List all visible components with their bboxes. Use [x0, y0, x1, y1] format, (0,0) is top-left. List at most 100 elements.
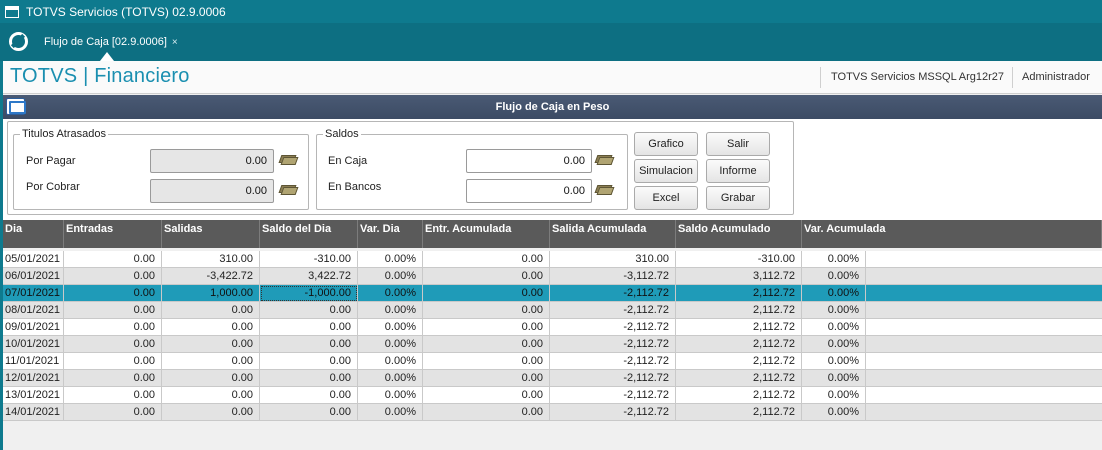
- table-row[interactable]: 07/01/2021 0.00 1,000.00 -1,000.00 0.00% 0.00…: [3, 285, 1102, 302]
- table-cell[interactable]: 3,112.72: [676, 268, 802, 285]
- table-cell[interactable]: 13/01/2021: [3, 387, 64, 404]
- table-cell[interactable]: 0.00: [64, 353, 162, 370]
- table-row[interactable]: 10/01/2021 0.00 0.00 0.00 0.00% 0.00 -2,112.72…: [3, 336, 1102, 353]
- table-cell[interactable]: 0.00: [423, 302, 550, 319]
- table-cell[interactable]: 0.00%: [802, 268, 866, 285]
- excel-button[interactable]: Excel: [634, 186, 698, 210]
- table-cell[interactable]: -2,112.72: [550, 387, 676, 404]
- table-cell[interactable]: -2,112.72: [550, 319, 676, 336]
- table-cell[interactable]: 0.00%: [358, 404, 423, 421]
- salir-button[interactable]: Salir: [706, 132, 770, 156]
- table-row[interactable]: 13/01/2021 0.00 0.00 0.00 0.00% 0.00 -2,112.72…: [3, 387, 1102, 404]
- table-cell[interactable]: 07/01/2021: [3, 285, 64, 302]
- table-cell[interactable]: 2,112.72: [676, 353, 802, 370]
- table-cell[interactable]: 0.00: [162, 302, 260, 319]
- table-cell[interactable]: 0.00: [64, 285, 162, 302]
- table-cell[interactable]: -2,112.72: [550, 370, 676, 387]
- table-cell[interactable]: 0.00%: [802, 319, 866, 336]
- grabar-button[interactable]: Grabar: [706, 186, 770, 210]
- column-header[interactable]: Var. Acumulada: [802, 220, 1102, 248]
- money-bills-icon[interactable]: [594, 155, 615, 166]
- table-row[interactable]: 14/01/2021 0.00 0.00 0.00 0.00% 0.00 -2,112.72…: [3, 404, 1102, 421]
- table-cell[interactable]: 0.00: [64, 404, 162, 421]
- en-caja-field[interactable]: 0.00: [466, 149, 592, 173]
- table-cell[interactable]: 0.00: [64, 319, 162, 336]
- por-cobrar-field[interactable]: 0.00: [150, 179, 274, 203]
- table-cell[interactable]: 0.00%: [802, 387, 866, 404]
- table-cell[interactable]: 0.00: [64, 370, 162, 387]
- table-cell[interactable]: 10/01/2021: [3, 336, 64, 353]
- table-cell[interactable]: 0.00: [260, 319, 358, 336]
- table-cell[interactable]: 08/01/2021: [3, 302, 64, 319]
- table-cell[interactable]: -310.00: [260, 251, 358, 268]
- table-cell[interactable]: 0.00: [260, 302, 358, 319]
- table-cell[interactable]: 0.00: [423, 370, 550, 387]
- table-cell[interactable]: 0.00: [260, 336, 358, 353]
- table-cell[interactable]: 06/01/2021: [3, 268, 64, 285]
- table-cell[interactable]: 0.00%: [802, 285, 866, 302]
- table-cell[interactable]: 0.00: [423, 336, 550, 353]
- column-header[interactable]: Dia: [3, 220, 64, 248]
- table-cell[interactable]: 0.00%: [358, 319, 423, 336]
- column-header[interactable]: Saldo del Dia: [260, 220, 358, 248]
- table-cell[interactable]: 2,112.72: [676, 319, 802, 336]
- table-cell[interactable]: 0.00: [162, 319, 260, 336]
- column-header[interactable]: Salida Acumulada: [550, 220, 676, 248]
- table-cell[interactable]: 2,112.72: [676, 370, 802, 387]
- table-cell[interactable]: 1,000.00: [162, 285, 260, 302]
- table-cell[interactable]: 0.00%: [802, 302, 866, 319]
- table-cell[interactable]: 0.00%: [358, 387, 423, 404]
- table-cell[interactable]: 0.00%: [802, 336, 866, 353]
- table-cell[interactable]: 0.00: [162, 404, 260, 421]
- table-cell[interactable]: 0.00%: [358, 302, 423, 319]
- money-bills-icon[interactable]: [278, 155, 299, 166]
- table-cell[interactable]: 2,112.72: [676, 302, 802, 319]
- table-row[interactable]: 08/01/2021 0.00 0.00 0.00 0.00% 0.00 -2,112.72…: [3, 302, 1102, 319]
- table-cell[interactable]: 05/01/2021: [3, 251, 64, 268]
- column-header[interactable]: Salidas: [162, 220, 260, 248]
- table-cell[interactable]: -310.00: [676, 251, 802, 268]
- table-cell[interactable]: -2,112.72: [550, 404, 676, 421]
- table-row[interactable]: 05/01/2021 0.00 310.00 -310.00 0.00% 0.00 310.…: [3, 251, 1102, 268]
- grafico-button[interactable]: Grafico: [634, 132, 698, 156]
- table-cell[interactable]: 0.00: [260, 370, 358, 387]
- table-cell[interactable]: 0.00: [260, 404, 358, 421]
- table-cell[interactable]: 09/01/2021: [3, 319, 64, 336]
- table-cell[interactable]: 0.00: [162, 387, 260, 404]
- close-icon[interactable]: ×: [172, 37, 178, 48]
- totvs-logo-icon[interactable]: [9, 32, 28, 51]
- table-cell[interactable]: -2,112.72: [550, 285, 676, 302]
- table-cell[interactable]: 0.00: [423, 387, 550, 404]
- column-header[interactable]: Entradas: [64, 220, 162, 248]
- table-cell[interactable]: -1,000.00: [260, 285, 358, 302]
- table-cell[interactable]: 0.00%: [358, 353, 423, 370]
- table-cell[interactable]: 0.00: [162, 370, 260, 387]
- table-row[interactable]: 06/01/2021 0.00 -3,422.72 3,422.72 0.00% 0.00…: [3, 268, 1102, 285]
- environment-label[interactable]: TOTVS Servicios MSSQL Arg12r27: [831, 71, 1004, 83]
- table-cell[interactable]: 0.00%: [802, 404, 866, 421]
- simulacion-button[interactable]: Simulacion: [634, 159, 698, 183]
- table-cell[interactable]: 0.00: [423, 319, 550, 336]
- table-cell[interactable]: 0.00: [423, 251, 550, 268]
- table-cell[interactable]: 0.00: [423, 404, 550, 421]
- table-cell[interactable]: 2,112.72: [676, 404, 802, 421]
- table-cell[interactable]: 310.00: [162, 251, 260, 268]
- table-cell[interactable]: 0.00%: [358, 285, 423, 302]
- table-row[interactable]: 12/01/2021 0.00 0.00 0.00 0.00% 0.00 -2,112.72…: [3, 370, 1102, 387]
- table-cell[interactable]: 0.00: [64, 336, 162, 353]
- money-bills-icon[interactable]: [278, 185, 299, 196]
- table-cell[interactable]: -3,112.72: [550, 268, 676, 285]
- por-pagar-field[interactable]: 0.00: [150, 149, 274, 173]
- table-cell[interactable]: 0.00%: [802, 251, 866, 268]
- table-cell[interactable]: 14/01/2021: [3, 404, 64, 421]
- table-cell[interactable]: 0.00: [64, 251, 162, 268]
- table-cell[interactable]: -2,112.72: [550, 336, 676, 353]
- table-cell[interactable]: -2,112.72: [550, 353, 676, 370]
- table-cell[interactable]: 310.00: [550, 251, 676, 268]
- table-cell[interactable]: 0.00%: [358, 251, 423, 268]
- table-cell[interactable]: 3,422.72: [260, 268, 358, 285]
- column-header[interactable]: Saldo Acumulado: [676, 220, 802, 248]
- table-cell[interactable]: 0.00: [260, 387, 358, 404]
- table-cell[interactable]: 0.00: [64, 387, 162, 404]
- table-cell[interactable]: 0.00%: [358, 370, 423, 387]
